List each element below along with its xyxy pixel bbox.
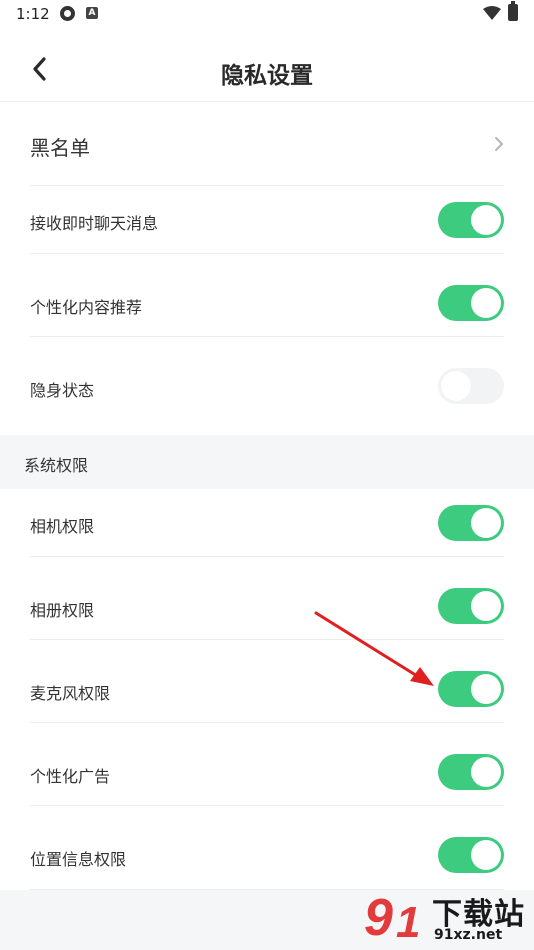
watermark-logo-icon: 9 1 (364, 889, 420, 947)
section-header-system: 系统权限 (0, 435, 534, 489)
permission-label: 麦克风权限 (30, 684, 111, 703)
permission-row-location: 位置信息权限 (30, 806, 504, 890)
permission-label: 相册权限 (30, 601, 95, 620)
setting-row-personalized-content: 个性化内容推荐 (30, 254, 504, 337)
personalized-ads-toggle[interactable] (438, 754, 504, 790)
section-title: 系统权限 (24, 456, 89, 475)
personalized-content-toggle[interactable] (438, 285, 504, 321)
instant-chat-toggle[interactable] (438, 202, 504, 238)
blacklist-label: 黑名单 (30, 136, 90, 160)
invisible-toggle[interactable] (438, 368, 504, 404)
svg-text:9: 9 (364, 889, 393, 947)
header: 隐私设置 (0, 36, 534, 102)
red-arrow-annotation (314, 611, 434, 686)
page-title: 隐私设置 (221, 63, 313, 89)
notification-badge: A (86, 7, 98, 19)
setting-label: 接收即时聊天消息 (30, 214, 159, 233)
setting-label: 个性化内容推荐 (30, 298, 143, 317)
microphone-permission-toggle[interactable] (438, 671, 504, 707)
permission-label: 相机权限 (30, 517, 95, 536)
album-permission-toggle[interactable] (438, 588, 504, 624)
setting-row-instant-chat: 接收即时聊天消息 (30, 186, 504, 254)
blacklist-row[interactable]: 黑名单 (30, 102, 504, 186)
battery-icon (508, 1, 518, 21)
camera-permission-toggle[interactable] (438, 505, 504, 541)
location-permission-toggle[interactable] (438, 837, 504, 873)
sync-icon (60, 6, 75, 21)
wifi-icon (483, 6, 501, 20)
permission-row-personalized-ads: 个性化广告 (30, 723, 504, 806)
permission-label: 个性化广告 (30, 767, 111, 786)
permission-label: 位置信息权限 (30, 850, 127, 869)
status-time: 1:12 (16, 5, 50, 23)
permission-row-camera: 相机权限 (30, 489, 504, 557)
watermark: 9 1 下载站 91xz.net (362, 885, 534, 950)
status-bar: 1:12 A (0, 0, 534, 28)
chevron-right-icon (495, 137, 503, 151)
setting-label: 隐身状态 (30, 381, 95, 400)
svg-text:1: 1 (396, 898, 420, 947)
watermark-url: 91xz.net (434, 927, 503, 943)
setting-row-invisible: 隐身状态 (30, 337, 504, 435)
